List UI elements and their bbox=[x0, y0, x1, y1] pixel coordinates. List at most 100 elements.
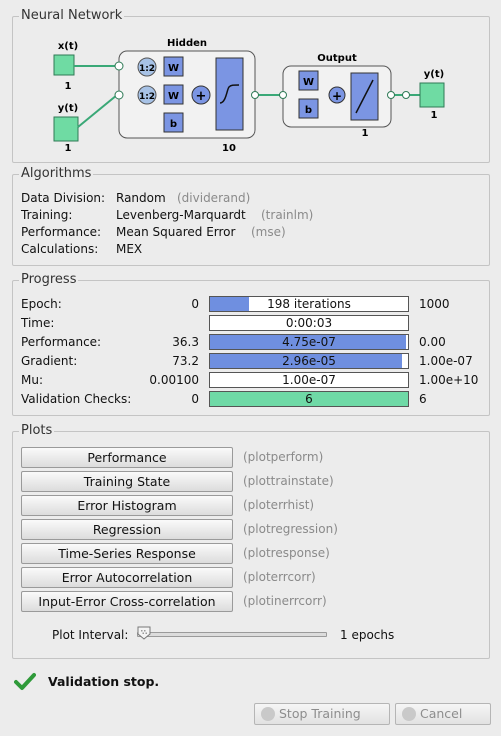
algorithms-title: Algorithms bbox=[19, 166, 94, 181]
slider-track bbox=[137, 632, 327, 637]
svg-text:W: W bbox=[168, 91, 179, 102]
progress-bar: 2.96e-05 bbox=[209, 353, 409, 369]
neural-network-panel: Neural Network x(t) 1 y(t) 1 Hidden 1:2 … bbox=[12, 8, 490, 163]
svg-text:W: W bbox=[303, 77, 314, 88]
svg-text:b: b bbox=[305, 105, 312, 116]
output-y-block bbox=[419, 82, 445, 108]
progress-bar: 0:00:03 bbox=[209, 315, 409, 331]
plot-fn: (plotperform) bbox=[243, 450, 324, 464]
algorithm-value: Mean Squared Error bbox=[116, 225, 236, 239]
progress-start-value: 73.2 bbox=[172, 354, 199, 368]
plot-fn: (ploterrcorr) bbox=[243, 570, 316, 584]
algorithms-panel: Algorithms Data Division: Random (divide… bbox=[12, 166, 490, 266]
stop-icon bbox=[261, 706, 275, 721]
progress-bar-text: 198 iterations bbox=[267, 297, 351, 311]
algorithm-value: Random bbox=[116, 191, 166, 205]
network-diagram: x(t) 1 y(t) 1 Hidden 1:2 1:2 W W b + 10 … bbox=[53, 38, 445, 154]
progress-end-value: 0.00 bbox=[419, 335, 446, 349]
algorithm-row-performance: Performance: Mean Squared Error (mse) bbox=[21, 224, 286, 241]
progress-label: Gradient: bbox=[21, 354, 78, 368]
progress-end-value: 1000 bbox=[419, 297, 450, 311]
plot-fn: (plotresponse) bbox=[243, 546, 330, 560]
plot-training-state-button[interactable]: Training State bbox=[21, 471, 233, 492]
progress-start-value: 0.00100 bbox=[149, 373, 199, 387]
progress-label: Mu: bbox=[21, 373, 44, 387]
progress-bar-text: 2.96e-05 bbox=[282, 354, 336, 368]
cancel-icon bbox=[402, 706, 416, 721]
algorithm-label: Training: bbox=[21, 208, 73, 222]
progress-end-value: 1.00e-07 bbox=[419, 354, 473, 368]
progress-start-value: 0 bbox=[191, 392, 199, 406]
input-y-block bbox=[53, 116, 79, 142]
progress-start-value: 36.3 bbox=[172, 335, 199, 349]
status-text: Validation stop. bbox=[48, 674, 160, 689]
cancel-button[interactable]: Cancel bbox=[395, 703, 491, 725]
progress-bar-text: 6 bbox=[305, 392, 313, 406]
plot-time-series-response-button[interactable]: Time-Series Response bbox=[21, 543, 233, 564]
checkmark-icon bbox=[14, 672, 36, 692]
input-y-size: 1 bbox=[65, 143, 72, 154]
progress-label: Time: bbox=[21, 316, 55, 330]
output-y-size: 1 bbox=[431, 110, 438, 121]
algorithm-fn: (trainlm) bbox=[261, 208, 314, 222]
plot-regression-button[interactable]: Regression bbox=[21, 519, 233, 540]
output-y-label: y(t) bbox=[424, 69, 444, 80]
algorithm-label: Performance: bbox=[21, 225, 102, 239]
output-layer-title: Output bbox=[317, 53, 357, 64]
algorithm-fn: (dividerand) bbox=[177, 191, 251, 205]
input-y-label: y(t) bbox=[58, 103, 78, 114]
plot-interval-value: 1 epochs bbox=[340, 628, 395, 642]
svg-text:+: + bbox=[196, 89, 207, 104]
input-x-size: 1 bbox=[65, 81, 72, 92]
algorithm-row-calculations: Calculations: MEX bbox=[21, 241, 142, 258]
progress-end-value: 1.00e+10 bbox=[419, 373, 479, 387]
stop-training-button[interactable]: Stop Training bbox=[254, 703, 390, 725]
progress-end-value: 6 bbox=[419, 392, 427, 406]
slider-thumb[interactable] bbox=[137, 626, 151, 640]
plots-title: Plots bbox=[19, 423, 55, 438]
progress-bar: 4.75e-07 bbox=[209, 334, 409, 350]
hidden-layer-title: Hidden bbox=[167, 38, 207, 49]
algorithm-fn: (mse) bbox=[251, 225, 286, 239]
hidden-tansig-transfer bbox=[215, 57, 244, 131]
plot-fn: (ploterrhist) bbox=[243, 498, 315, 512]
algorithm-label: Data Division: bbox=[21, 191, 106, 205]
tapped-delay-2-label: 1:2 bbox=[139, 92, 155, 102]
algorithm-value: MEX bbox=[116, 242, 143, 256]
progress-label: Validation Checks: bbox=[21, 392, 132, 406]
progress-bar: 198 iterations bbox=[209, 296, 409, 312]
svg-text:b: b bbox=[170, 119, 177, 130]
plot-interval-label: Plot Interval: bbox=[52, 628, 129, 642]
algorithm-value: Levenberg-Marquardt bbox=[116, 208, 246, 222]
plot-fn: (plotinerrcorr) bbox=[243, 594, 327, 608]
stop-training-label: Stop Training bbox=[279, 706, 361, 721]
progress-bar-text: 0:00:03 bbox=[285, 316, 333, 330]
input-x-label: x(t) bbox=[58, 41, 78, 52]
input-x-block bbox=[53, 54, 75, 76]
plot-fn: (plottrainstate) bbox=[243, 474, 334, 488]
algorithm-row-training: Training: Levenberg-Marquardt (trainlm) bbox=[21, 207, 313, 224]
progress-title: Progress bbox=[19, 272, 79, 287]
plot-fn: (plotregression) bbox=[243, 522, 338, 536]
cancel-label: Cancel bbox=[420, 706, 463, 721]
plot-performance-button[interactable]: Performance bbox=[21, 447, 233, 468]
plot-interval-slider[interactable] bbox=[137, 626, 327, 644]
progress-start-value: 0 bbox=[191, 297, 199, 311]
progress-label: Epoch: bbox=[21, 297, 62, 311]
progress-bar: 6 bbox=[209, 391, 409, 407]
progress-panel: Progress Epoch: 0 198 iterations 1000 Time: 0… bbox=[12, 272, 490, 416]
plots-panel: Plots Performance (plotperform) Training… bbox=[12, 423, 490, 659]
plot-input-error-crosscorrelation-button[interactable]: Input-Error Cross-correlation bbox=[21, 591, 233, 612]
plot-error-histogram-button[interactable]: Error Histogram bbox=[21, 495, 233, 516]
output-layer-size: 1 bbox=[362, 128, 369, 139]
progress-bar-text: 1.00e-07 bbox=[282, 373, 336, 387]
progress-label: Performance: bbox=[21, 335, 102, 349]
progress-bar-text: 4.75e-07 bbox=[282, 335, 336, 349]
progress-bar: 1.00e-07 bbox=[209, 372, 409, 388]
svg-text:+: + bbox=[332, 89, 342, 103]
algorithm-row-data-division: Data Division: Random (dividerand) bbox=[21, 190, 250, 207]
hidden-layer-size: 10 bbox=[222, 143, 236, 154]
algorithm-label: Calculations: bbox=[21, 242, 99, 256]
tapped-delay-1-label: 1:2 bbox=[139, 64, 155, 74]
plot-error-autocorrelation-button[interactable]: Error Autocorrelation bbox=[21, 567, 233, 588]
